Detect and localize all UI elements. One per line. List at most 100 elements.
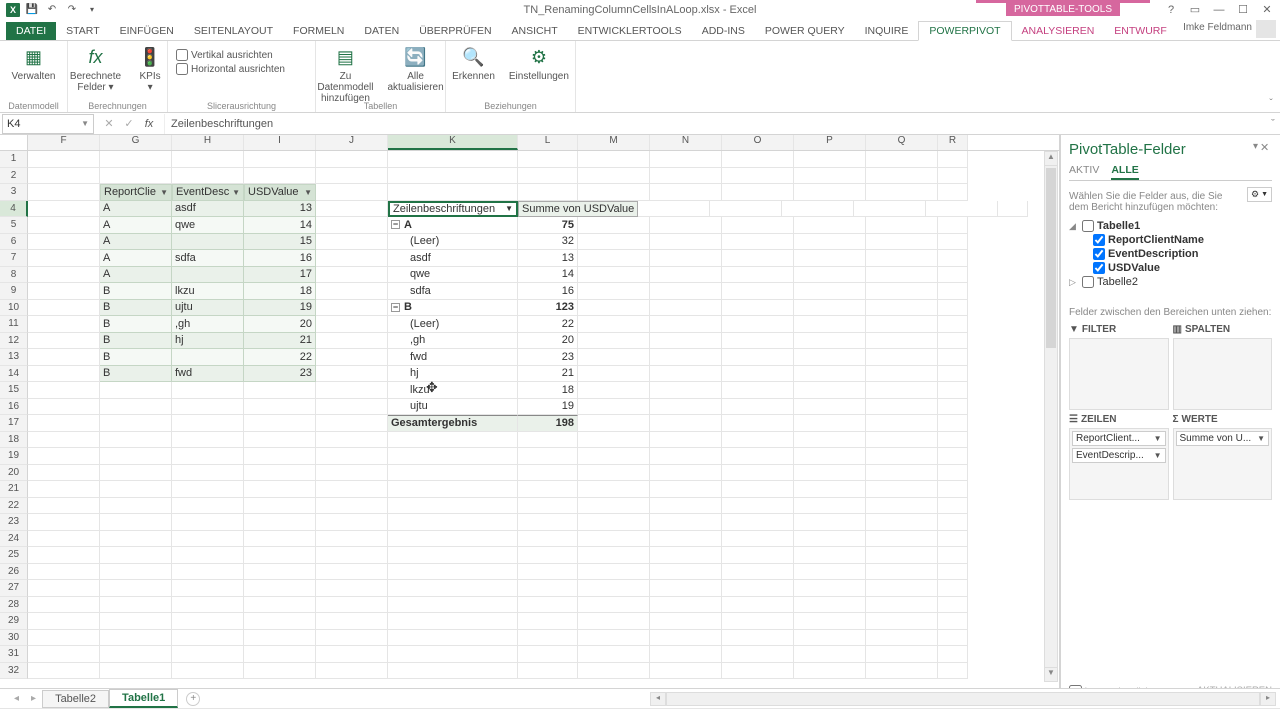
cell[interactable] [866,366,938,383]
row-header[interactable]: 8 [0,267,28,284]
cell[interactable]: hj [388,366,518,383]
cell[interactable] [578,531,650,548]
cell[interactable] [722,267,794,284]
cell[interactable] [28,498,100,515]
cell[interactable] [794,267,866,284]
cell[interactable]: 15 [244,234,316,251]
tab-powerpivot[interactable]: POWERPIVOT [918,21,1011,41]
cell[interactable] [866,531,938,548]
cell[interactable] [866,349,938,366]
cell[interactable] [518,432,578,449]
cell[interactable] [722,481,794,498]
cell[interactable]: ujtu [172,300,244,317]
cell[interactable] [722,448,794,465]
cell[interactable]: A [100,267,172,284]
cell[interactable]: B [100,366,172,383]
cell[interactable] [172,580,244,597]
row-header[interactable]: 5 [0,217,28,234]
cell[interactable] [316,646,388,663]
cell[interactable] [388,580,518,597]
cell[interactable]: 19 [244,300,316,317]
verwalten-button[interactable]: ▦ Verwalten [8,43,60,84]
cell[interactable] [722,250,794,267]
cell[interactable] [100,646,172,663]
cell[interactable] [518,547,578,564]
cell[interactable] [316,498,388,515]
row-header[interactable]: 14 [0,366,28,383]
cell[interactable] [316,366,388,383]
cell[interactable] [316,201,388,218]
cell[interactable] [938,316,968,333]
cell[interactable] [28,646,100,663]
cell[interactable]: 20 [518,333,578,350]
field-checkbox[interactable] [1093,234,1105,246]
cell[interactable] [722,316,794,333]
cell[interactable] [518,580,578,597]
cell[interactable] [244,531,316,548]
cell[interactable] [794,366,866,383]
row-header[interactable]: 28 [0,597,28,614]
cell[interactable] [722,432,794,449]
cell[interactable] [172,547,244,564]
cell[interactable] [794,597,866,614]
cell[interactable] [650,151,722,168]
cell[interactable] [28,217,100,234]
row-header[interactable]: 31 [0,646,28,663]
cell[interactable] [722,168,794,185]
row-header[interactable]: 10 [0,300,28,317]
cell[interactable] [388,481,518,498]
scroll-up-icon[interactable]: ▲ [1045,152,1057,166]
cell[interactable] [650,448,722,465]
cell[interactable] [578,613,650,630]
cell[interactable] [650,300,722,317]
cell[interactable] [172,349,244,366]
cell[interactable] [650,234,722,251]
cell[interactable] [172,151,244,168]
cell[interactable] [998,201,1028,218]
cell[interactable] [388,597,518,614]
row-header[interactable]: 19 [0,448,28,465]
cell[interactable] [244,498,316,515]
col-o[interactable]: O [722,135,794,150]
cell[interactable] [172,564,244,581]
cell[interactable] [172,415,244,432]
cell[interactable] [650,316,722,333]
col-l[interactable]: L [518,135,578,150]
cell[interactable]: 16 [244,250,316,267]
cell[interactable] [866,382,938,399]
row-header[interactable]: 3 [0,184,28,201]
cell[interactable] [938,366,968,383]
cell[interactable] [650,382,722,399]
cell[interactable] [244,481,316,498]
cell[interactable] [866,597,938,614]
cell[interactable] [28,432,100,449]
cell[interactable] [28,547,100,564]
cell[interactable] [938,283,968,300]
cell[interactable] [578,415,650,432]
cell[interactable] [578,333,650,350]
row-header[interactable]: 15 [0,382,28,399]
cell[interactable] [388,646,518,663]
rows-item-reportclient[interactable]: ReportClient...▼ [1072,431,1166,446]
alle-aktualisieren-button[interactable]: 🔄 Alle aktualisieren [384,43,448,106]
cell[interactable] [650,547,722,564]
cell[interactable] [578,399,650,416]
cell[interactable] [244,597,316,614]
berechnete-felder-button[interactable]: fx Berechnete Felder ▾ [66,43,125,95]
cell[interactable] [172,465,244,482]
cell[interactable] [388,432,518,449]
cell[interactable] [794,531,866,548]
row-header[interactable]: 6 [0,234,28,251]
cell[interactable] [794,234,866,251]
minimize-icon[interactable]: — [1210,3,1228,17]
cell[interactable] [316,630,388,647]
cell[interactable] [100,613,172,630]
cell[interactable] [794,168,866,185]
cell[interactable] [794,663,866,680]
cell[interactable] [794,481,866,498]
cell[interactable] [938,168,968,185]
cell[interactable] [650,514,722,531]
tab-ueberpruefen[interactable]: ÜBERPRÜFEN [409,22,501,40]
cell[interactable]: 198 [518,415,578,432]
erkennen-button[interactable]: 🔍 Erkennen [448,43,499,84]
